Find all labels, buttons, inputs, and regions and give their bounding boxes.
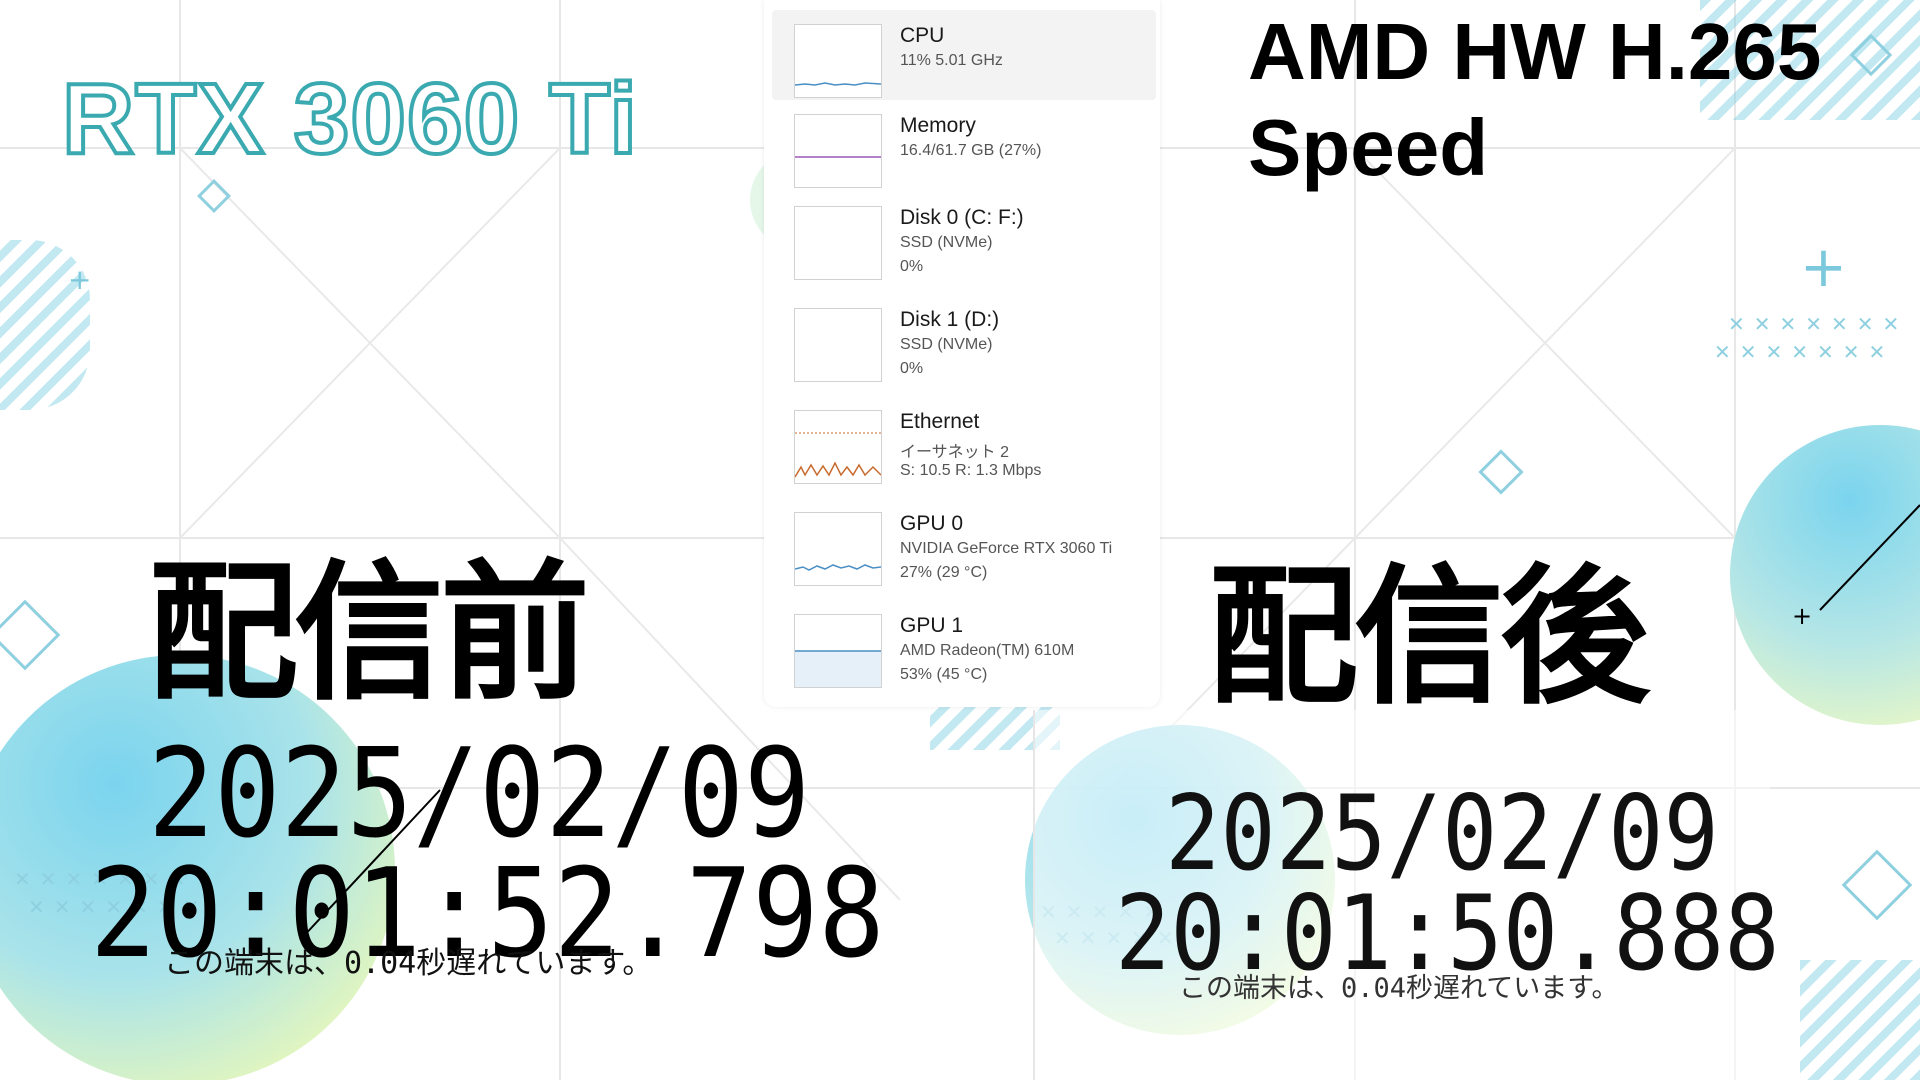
plus-decoration: + bbox=[1792, 602, 1813, 630]
gpu-title: RTX 3060 Ti bbox=[60, 61, 639, 177]
disk-0-detail: SSD (NVMe) bbox=[900, 234, 993, 251]
cpu-detail: 11% 5.01 GHz bbox=[900, 52, 1003, 69]
perf-item-gpu-0[interactable]: GPU 0 NVIDIA GeForce RTX 3060 Ti 27% (29 °… bbox=[772, 498, 1156, 588]
gpu-1-detail: AMD Radeon(TM) 610M bbox=[900, 642, 1075, 659]
encoder-title: AMD HW H.265 Speed bbox=[1248, 4, 1821, 196]
ethernet-detail: イーサネット 2 bbox=[900, 444, 1010, 461]
stripe-decoration bbox=[1800, 960, 1920, 1080]
gpu-1-usage: 53% (45 °C) bbox=[900, 666, 988, 683]
plus-decoration: + bbox=[1800, 235, 1847, 300]
disk-1-name: Disk 1 (D:) bbox=[900, 308, 1000, 331]
encoder-title-line1: AMD HW H.265 bbox=[1248, 7, 1822, 96]
perf-item-disk-1[interactable]: Disk 1 (D:) SSD (NVMe) 0% bbox=[772, 294, 1156, 384]
task-manager-sidebar: CPU 11% 5.01 GHz Memory 16.4/61.7 GB (27%) D… bbox=[764, 0, 1160, 707]
cpu-name: CPU bbox=[900, 24, 945, 47]
ethernet-name: Ethernet bbox=[900, 410, 980, 433]
cpu-graph-thumbnail bbox=[794, 24, 882, 98]
gpu-1-name: GPU 1 bbox=[900, 614, 964, 637]
perf-item-memory[interactable]: Memory 16.4/61.7 GB (27%) bbox=[772, 100, 1156, 190]
ethernet-usage: S: 10.5 R: 1.3 Mbps bbox=[900, 462, 1042, 479]
disk-1-graph-thumbnail bbox=[794, 308, 882, 382]
perf-item-cpu[interactable]: CPU 11% 5.01 GHz bbox=[772, 10, 1156, 100]
gpu-0-usage: 27% (29 °C) bbox=[900, 564, 988, 581]
perf-item-ethernet[interactable]: Ethernet イーサネット 2 S: 10.5 R: 1.3 Mbps bbox=[772, 396, 1156, 486]
gpu-1-graph-thumbnail bbox=[794, 614, 882, 688]
gpu-0-graph-thumbnail bbox=[794, 512, 882, 586]
x-pattern: ✕✕✕✕✕✕✕ bbox=[1728, 312, 1909, 336]
gpu-0-name: GPU 0 bbox=[900, 512, 964, 535]
before-stream-label: 配信前 bbox=[148, 547, 590, 721]
disk-1-usage: 0% bbox=[900, 360, 924, 377]
left-delay-text: この端末は、0.04秒遅れています。 bbox=[164, 946, 653, 981]
after-clock-panel: 2025/02/09 20:01:50.888 この端末は、0.04秒遅れていま… bbox=[1033, 710, 1780, 1080]
after-stream-label: 配信後 bbox=[1208, 551, 1650, 725]
right-delay-text: この端末は、0.04秒遅れています。 bbox=[1179, 973, 1619, 1004]
disk-0-usage: 0% bbox=[900, 258, 924, 275]
memory-graph-thumbnail bbox=[794, 114, 882, 188]
gpu-0-detail: NVIDIA GeForce RTX 3060 Ti bbox=[900, 540, 1113, 557]
disk-0-graph-thumbnail bbox=[794, 206, 882, 280]
memory-name: Memory bbox=[900, 114, 976, 137]
perf-item-gpu-1[interactable]: GPU 1 AMD Radeon(TM) 610M 53% (45 °C) bbox=[772, 600, 1156, 690]
encoder-title-line2: Speed bbox=[1248, 103, 1489, 192]
plus-decoration: + bbox=[68, 263, 92, 296]
memory-detail: 16.4/61.7 GB (27%) bbox=[900, 142, 1042, 159]
ethernet-graph-thumbnail bbox=[794, 410, 882, 484]
disk-0-name: Disk 0 (C: F:) bbox=[900, 206, 1024, 229]
disk-1-detail: SSD (NVMe) bbox=[900, 336, 993, 353]
perf-item-disk-0[interactable]: Disk 0 (C: F:) SSD (NVMe) 0% bbox=[772, 192, 1156, 282]
right-gradient-blob bbox=[1730, 425, 1920, 725]
x-pattern: ✕✕✕✕✕✕✕ bbox=[1714, 340, 1895, 364]
